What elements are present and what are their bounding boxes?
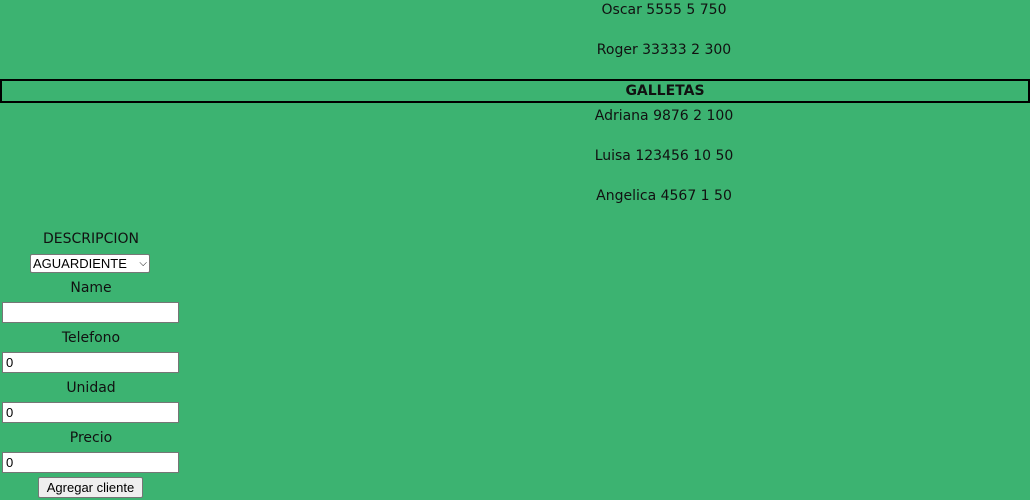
client-entry: Luisa 123456 10 50 — [594, 148, 734, 164]
telefono-label: Telefono — [61, 330, 121, 346]
product-group-header: GALLETAS — [0, 79, 1030, 103]
client-entry: Oscar 5555 5 750 — [601, 2, 727, 18]
product-group-title: GALLETAS — [625, 83, 705, 99]
descripcion-select[interactable]: AGUARDIENTE ⌵ — [30, 254, 150, 273]
unidad-input[interactable]: 0 — [2, 402, 179, 423]
unidad-label: Unidad — [66, 380, 116, 396]
client-entry: Angelica 4567 1 50 — [596, 188, 732, 204]
chevron-down-icon: ⌵ — [139, 258, 147, 269]
client-entry: Roger 33333 2 300 — [596, 42, 732, 58]
name-input[interactable] — [2, 302, 179, 323]
descripcion-label: DESCRIPCION — [43, 231, 139, 247]
descripcion-selected-value: AGUARDIENTE — [33, 256, 127, 271]
precio-label: Precio — [69, 430, 113, 446]
name-label: Name — [70, 280, 112, 296]
agregar-cliente-button[interactable]: Agregar cliente — [38, 477, 143, 498]
precio-input[interactable]: 0 — [2, 452, 179, 473]
client-entry: Adriana 9876 2 100 — [594, 108, 734, 124]
telefono-input[interactable]: 0 — [2, 352, 179, 373]
